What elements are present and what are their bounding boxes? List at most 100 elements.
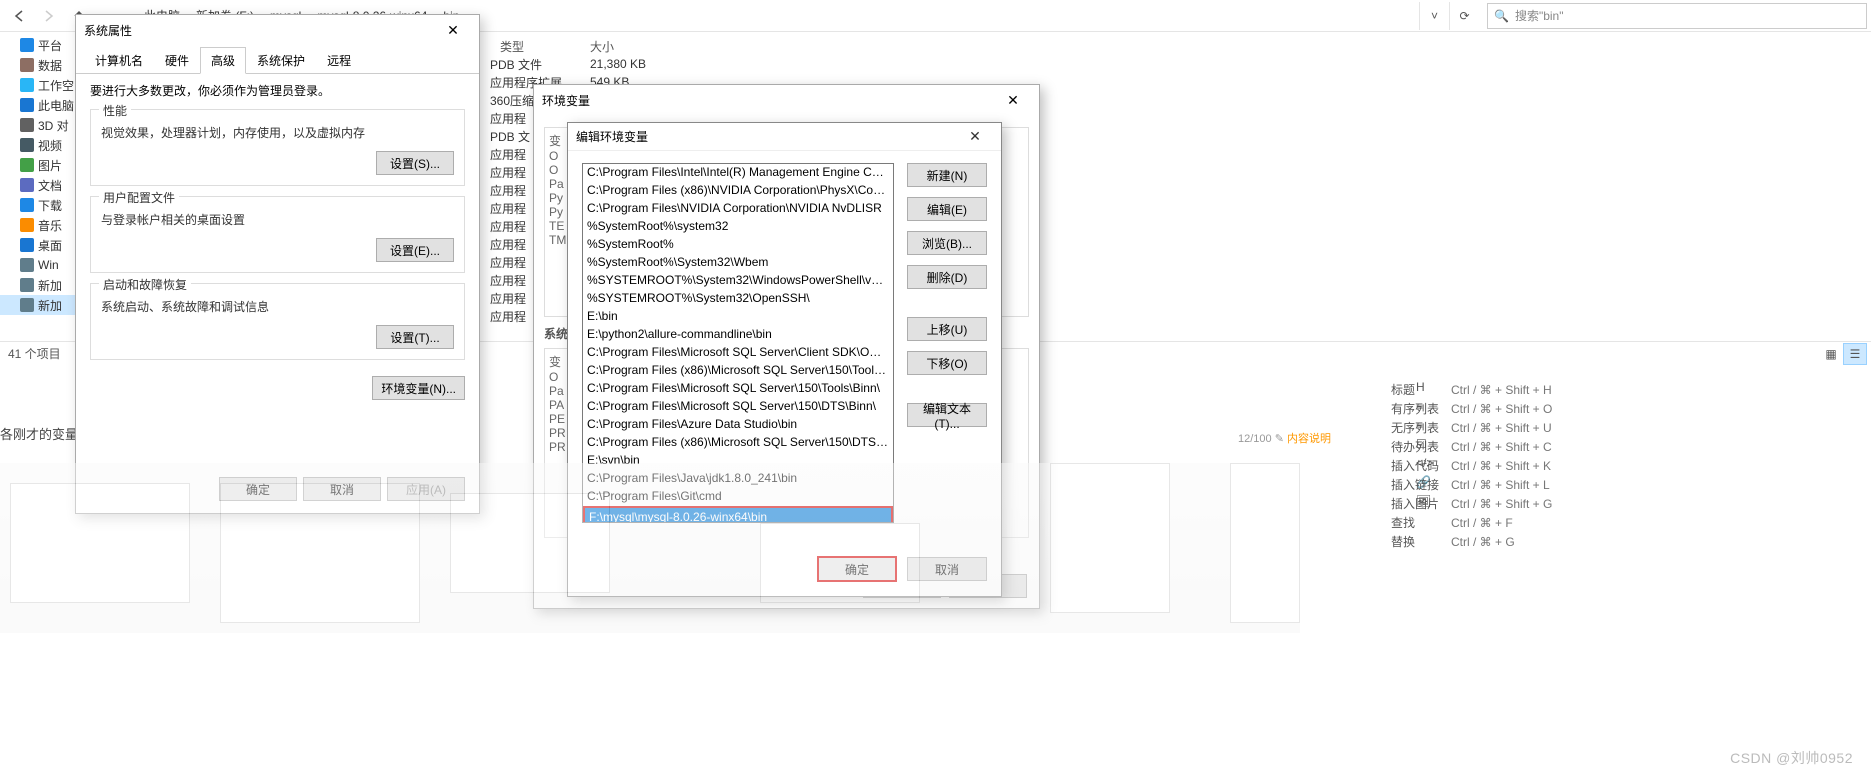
moveup-button[interactable]: 上移(U) — [907, 317, 987, 341]
path-item[interactable]: C:\Program Files\Java\jdk1.8.0_241\bin — [583, 470, 893, 488]
path-item[interactable]: C:\Program Files\Azure Data Studio\bin — [583, 416, 893, 434]
sidebar-item[interactable]: 平台 — [0, 35, 85, 55]
sidebar-item[interactable]: 新加 — [0, 275, 85, 295]
shortcut-row: 替换Ctrl / ⌘ + G — [1391, 532, 1571, 551]
sidebar-item[interactable]: 数据 — [0, 55, 85, 75]
path-item[interactable]: %SYSTEMROOT%\System32\OpenSSH\ — [583, 290, 893, 308]
sidebar-item[interactable]: 3D 对 — [0, 115, 85, 135]
folder-icon — [20, 98, 34, 112]
browse-button[interactable]: 浏览(B)... — [907, 231, 987, 255]
delete-button[interactable]: 删除(D) — [907, 265, 987, 289]
admin-note: 要进行大多数更改，你必须作为管理员登录。 — [90, 82, 465, 99]
sidebar-item[interactable]: 文档 — [0, 175, 85, 195]
path-item[interactable]: C:\Program Files\NVIDIA Corporation\NVID… — [583, 200, 893, 218]
path-item[interactable]: E:\svn\bin — [583, 452, 893, 470]
back-button[interactable] — [4, 2, 34, 30]
shortcut-row: 插入图片Ctrl / ⌘ + Shift + G — [1391, 494, 1571, 513]
group-desc: 系统启动、系统故障和调试信息 — [101, 298, 454, 315]
path-item[interactable]: %SYSTEMROOT%\System32\WindowsPowerShell\… — [583, 272, 893, 290]
list-item[interactable]: PDB 文件21,380 KB — [490, 55, 680, 73]
group-legend: 用户配置文件 — [99, 189, 179, 206]
sidebar-label: 平台 — [38, 37, 62, 54]
tab[interactable]: 高级 — [200, 47, 246, 74]
shortcut-row: 有序列表Ctrl / ⌘ + Shift + O — [1391, 399, 1571, 418]
dropdown-icon[interactable]: ˅ — [1419, 2, 1449, 30]
edittext-button[interactable]: 编辑文本(T)... — [907, 403, 987, 427]
refresh-icon[interactable]: ⟳ — [1449, 2, 1479, 30]
cancel-button[interactable]: 取消 — [907, 557, 987, 581]
path-item[interactable]: C:\Program Files (x86)\Microsoft SQL Ser… — [583, 434, 893, 452]
path-item[interactable]: %SystemRoot%\System32\Wbem — [583, 254, 893, 272]
sidebar-item[interactable]: 此电脑 — [0, 95, 85, 115]
search-input[interactable]: 🔍 搜索"bin" — [1487, 3, 1867, 29]
group-desc: 视觉效果，处理器计划，内存使用，以及虚拟内存 — [101, 124, 454, 141]
path-item[interactable]: E:\bin — [583, 308, 893, 326]
sidebar-item[interactable]: Win — [0, 255, 85, 275]
new-button[interactable]: 新建(N) — [907, 163, 987, 187]
tab[interactable]: 系统保护 — [246, 47, 316, 74]
forward-button[interactable] — [34, 2, 64, 30]
folder-icon — [20, 118, 34, 132]
path-item[interactable]: C:\Program Files\Microsoft SQL Server\Cl… — [583, 344, 893, 362]
path-item[interactable]: %SystemRoot% — [583, 236, 893, 254]
perf-settings-button[interactable]: 设置(S)... — [376, 151, 454, 175]
titlebar[interactable]: 环境变量 ✕ — [534, 85, 1039, 115]
folder-icon — [20, 58, 34, 72]
path-item[interactable]: C:\Program Files\Git\cmd — [583, 488, 893, 506]
sidebar-item[interactable]: 下载 — [0, 195, 85, 215]
sidebar-item[interactable]: 图片 — [0, 155, 85, 175]
sidebar-item[interactable]: 新加 — [0, 295, 85, 315]
folder-icon — [20, 38, 34, 52]
ok-button[interactable]: 确定 — [219, 477, 297, 501]
startup-settings-button[interactable]: 设置(T)... — [376, 325, 454, 349]
thumbnail-view-icon[interactable]: ▦ — [1819, 343, 1843, 365]
view-toggle[interactable]: ▦ ☰ — [1819, 343, 1867, 365]
sidebar-label: 新加 — [38, 297, 62, 314]
detail-view-icon[interactable]: ☰ — [1843, 343, 1867, 365]
sidebar-label: 音乐 — [38, 217, 62, 234]
close-icon[interactable]: ✕ — [995, 87, 1031, 113]
folder-icon — [20, 158, 34, 172]
sidebar-item[interactable]: 工作空 — [0, 75, 85, 95]
path-item[interactable]: C:\Program Files\Intel\Intel(R) Manageme… — [583, 164, 893, 182]
path-item[interactable]: C:\Program Files (x86)\NVIDIA Corporatio… — [583, 182, 893, 200]
profile-settings-button[interactable]: 设置(E)... — [376, 238, 454, 262]
movedown-button[interactable]: 下移(O) — [907, 351, 987, 375]
sidebar-item[interactable]: 桌面 — [0, 235, 85, 255]
env-variables-button[interactable]: 环境变量(N)... — [372, 376, 465, 400]
sidebar-item[interactable]: 视频 — [0, 135, 85, 155]
shortcut-row: 待办列表Ctrl / ⌘ + Shift + C — [1391, 437, 1571, 456]
sidebar-label: 数据 — [38, 57, 62, 74]
folder-icon — [20, 138, 34, 152]
path-item[interactable]: %SystemRoot%\system32 — [583, 218, 893, 236]
performance-group: 性能 视觉效果，处理器计划，内存使用，以及虚拟内存 设置(S)... — [90, 109, 465, 186]
folder-icon — [20, 278, 34, 292]
apply-button[interactable]: 应用(A) — [387, 477, 465, 501]
titlebar[interactable]: 系统属性 ✕ — [76, 15, 479, 45]
close-icon[interactable]: ✕ — [435, 17, 471, 43]
tab[interactable]: 计算机名 — [84, 47, 154, 74]
folder-icon — [20, 198, 34, 212]
path-input[interactable] — [583, 506, 893, 523]
path-item[interactable]: C:\Program Files\Microsoft SQL Server\15… — [583, 380, 893, 398]
column-type: 类型 — [500, 38, 590, 55]
path-item[interactable]: C:\Program Files\Microsoft SQL Server\15… — [583, 398, 893, 416]
path-item[interactable]: E:\python2\allure-commandline\bin — [583, 326, 893, 344]
edit-button[interactable]: 编辑(E) — [907, 197, 987, 221]
path-list[interactable]: C:\Program Files\Intel\Intel(R) Manageme… — [582, 163, 894, 523]
tab[interactable]: 远程 — [316, 47, 362, 74]
search-icon: 🔍 — [1494, 9, 1509, 23]
titlebar[interactable]: 编辑环境变量 ✕ — [568, 123, 1001, 151]
cancel-button[interactable]: 取消 — [303, 477, 381, 501]
path-item[interactable]: C:\Program Files (x86)\Microsoft SQL Ser… — [583, 362, 893, 380]
group-legend: 性能 — [99, 102, 131, 119]
tab[interactable]: 硬件 — [154, 47, 200, 74]
sidebar-item[interactable]: 音乐 — [0, 215, 85, 235]
ok-button[interactable]: 确定 — [817, 556, 897, 582]
close-icon[interactable]: ✕ — [957, 124, 993, 150]
path-edit-item[interactable] — [583, 506, 893, 523]
folder-icon — [20, 238, 34, 252]
watermark: CSDN @刘帅0952 — [1730, 748, 1853, 768]
group-desc: 与登录帐户相关的桌面设置 — [101, 211, 454, 228]
folder-icon — [20, 78, 34, 92]
